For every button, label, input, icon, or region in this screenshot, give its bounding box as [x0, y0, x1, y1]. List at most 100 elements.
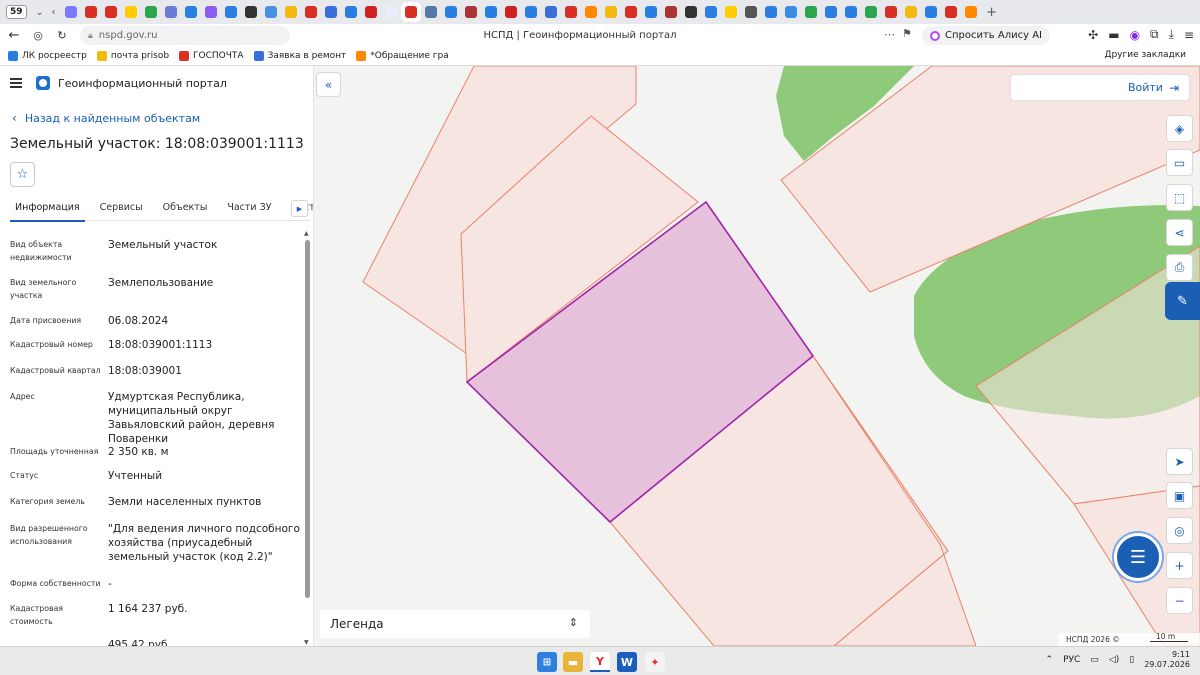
tab-parcel-parts[interactable]: Части ЗУ	[222, 197, 276, 220]
browser-tab[interactable]	[721, 2, 741, 22]
input-language[interactable]: РУС	[1063, 655, 1080, 665]
browser-tab[interactable]	[661, 2, 681, 22]
browser-tab[interactable]	[561, 2, 581, 22]
browser-tab[interactable]	[961, 2, 981, 22]
share-button[interactable]: ⋖	[1166, 219, 1193, 246]
browser-tab[interactable]	[861, 2, 881, 22]
cadastral-map[interactable]: « Войти ⇥ ◈ ▭ ⬚ ⋖ ⎙ ✎ ➤ ▣ ◎ + − ☰ Легенд…	[314, 66, 1200, 646]
record-extension-icon[interactable]: ◉	[1130, 28, 1140, 42]
browser-tab[interactable]	[321, 2, 341, 22]
scrollbar-thumb[interactable]	[305, 240, 310, 598]
bookmark-item[interactable]: ГОСПОЧТА	[179, 51, 244, 61]
back-arrow-icon[interactable]: ←	[4, 26, 24, 46]
ask-alice-button[interactable]: Спросить Алису AI	[922, 26, 1050, 45]
browser-tab[interactable]	[641, 2, 661, 22]
yandex-browser-icon[interactable]: Y	[590, 652, 610, 672]
bookmark-flag-icon[interactable]: ⚑	[902, 27, 912, 40]
back-to-results-link[interactable]: ‹ Назад к найденным объектам	[12, 111, 200, 125]
map-canvas[interactable]	[314, 66, 1200, 646]
bookmark-item[interactable]: *Обращение гра	[356, 51, 449, 61]
url-field[interactable]: 🔒︎ nspd.gov.ru	[80, 26, 290, 45]
more-dots-icon[interactable]: ⋯	[884, 28, 895, 41]
browser-tab[interactable]	[701, 2, 721, 22]
display-icon[interactable]: ▭	[1090, 655, 1099, 665]
browser-tab[interactable]	[361, 2, 381, 22]
scroll-down-arrow-icon[interactable]: ▼	[304, 639, 309, 646]
zoom-out-button[interactable]: −	[1166, 587, 1193, 614]
target-button[interactable]: ◎	[1166, 517, 1193, 544]
minimap-button[interactable]: ▣	[1166, 482, 1193, 509]
ruler-button[interactable]: ▭	[1166, 149, 1193, 176]
browser-tab[interactable]	[921, 2, 941, 22]
feedback-side-tab[interactable]: ✎	[1165, 282, 1200, 320]
word-icon[interactable]: W	[617, 652, 637, 672]
puzzle-extensions-icon[interactable]: ⧉	[1150, 27, 1159, 42]
bookmark-item[interactable]: ЛК росреестр	[8, 51, 87, 61]
tab-objects[interactable]: Объекты	[158, 197, 213, 220]
downloads-icon[interactable]: ⤓	[1169, 27, 1174, 42]
browser-tab[interactable]	[241, 2, 261, 22]
clock[interactable]: 9:11 29.07.2026	[1144, 650, 1190, 670]
browser-tab[interactable]	[881, 2, 901, 22]
chevron-up-icon[interactable]: ⌃	[1046, 655, 1054, 665]
login-button[interactable]: Войти ⇥	[1010, 74, 1190, 101]
tab-services[interactable]: Сервисы	[95, 197, 148, 220]
site-lock-icon[interactable]: 🔒︎	[88, 31, 93, 41]
hamburger-menu-icon[interactable]	[10, 78, 22, 88]
browser-tab[interactable]	[621, 2, 641, 22]
legend-selector[interactable]: Легенда ⇕	[320, 610, 590, 638]
browser-menu-icon[interactable]: ≡	[1184, 28, 1194, 42]
app-icon[interactable]: ✦	[645, 652, 665, 672]
browser-tab[interactable]	[821, 2, 841, 22]
browser-tab[interactable]	[601, 2, 621, 22]
browser-tab[interactable]	[421, 2, 441, 22]
browser-tab[interactable]	[381, 2, 401, 22]
select-area-button[interactable]: ⬚	[1166, 184, 1193, 211]
browser-tab[interactable]	[121, 2, 141, 22]
favorite-star-button[interactable]: ☆	[10, 162, 35, 187]
browser-tab[interactable]	[901, 2, 921, 22]
browser-tab[interactable]	[441, 2, 461, 22]
browser-tab[interactable]	[481, 2, 501, 22]
other-bookmarks-button[interactable]: Другие закладки	[1104, 50, 1186, 60]
new-tab-plus-icon[interactable]: +	[985, 5, 999, 20]
browser-tab[interactable]	[161, 2, 181, 22]
browser-tab[interactable]	[521, 2, 541, 22]
tabs-menu-chevron-icon[interactable]: ⌄	[33, 7, 47, 18]
browser-tab[interactable]	[301, 2, 321, 22]
browser-tab[interactable]	[61, 2, 81, 22]
zoom-in-button[interactable]: +	[1166, 552, 1193, 579]
tabs-next-chevron-icon[interactable]: ▶	[291, 200, 308, 217]
windows-start-icon[interactable]: ⊞	[537, 652, 557, 672]
tabs-scroll-left-icon[interactable]: ‹	[47, 7, 61, 18]
browser-tab[interactable]	[101, 2, 121, 22]
browser-tab[interactable]	[501, 2, 521, 22]
bookmark-item[interactable]: Заявка в ремонт	[253, 51, 346, 61]
collapse-panel-button[interactable]: «	[316, 72, 341, 97]
browser-tab[interactable]	[761, 2, 781, 22]
browser-tab[interactable]	[141, 2, 161, 22]
browser-tab[interactable]	[541, 2, 561, 22]
browser-tab[interactable]	[741, 2, 761, 22]
geolocation-button[interactable]: ➤	[1166, 448, 1193, 475]
browser-tab[interactable]	[681, 2, 701, 22]
browser-tab[interactable]	[341, 2, 361, 22]
print-button[interactable]: ⎙	[1166, 254, 1193, 281]
browser-tab[interactable]	[461, 2, 481, 22]
tab-counter[interactable]: 59	[6, 5, 27, 19]
browser-tab[interactable]	[201, 2, 221, 22]
layers-button[interactable]: ◈	[1166, 115, 1193, 142]
browser-tab[interactable]	[221, 2, 241, 22]
file-explorer-icon[interactable]: ▬	[563, 652, 583, 672]
browser-tab[interactable]	[261, 2, 281, 22]
browser-tab[interactable]	[801, 2, 821, 22]
hat-extension-icon[interactable]: ▬	[1108, 28, 1119, 42]
chat-assistant-button[interactable]: ☰	[1114, 533, 1162, 581]
yandex-home-icon[interactable]: ◎	[28, 26, 48, 46]
volume-icon[interactable]: ◁)	[1109, 655, 1119, 665]
scroll-up-arrow-icon[interactable]: ▲	[304, 230, 309, 237]
browser-tab[interactable]	[781, 2, 801, 22]
tab-information[interactable]: Информация	[10, 197, 85, 222]
panel-scrollbar[interactable]: ▲ ▼	[303, 230, 312, 646]
browser-tab[interactable]	[581, 2, 601, 22]
